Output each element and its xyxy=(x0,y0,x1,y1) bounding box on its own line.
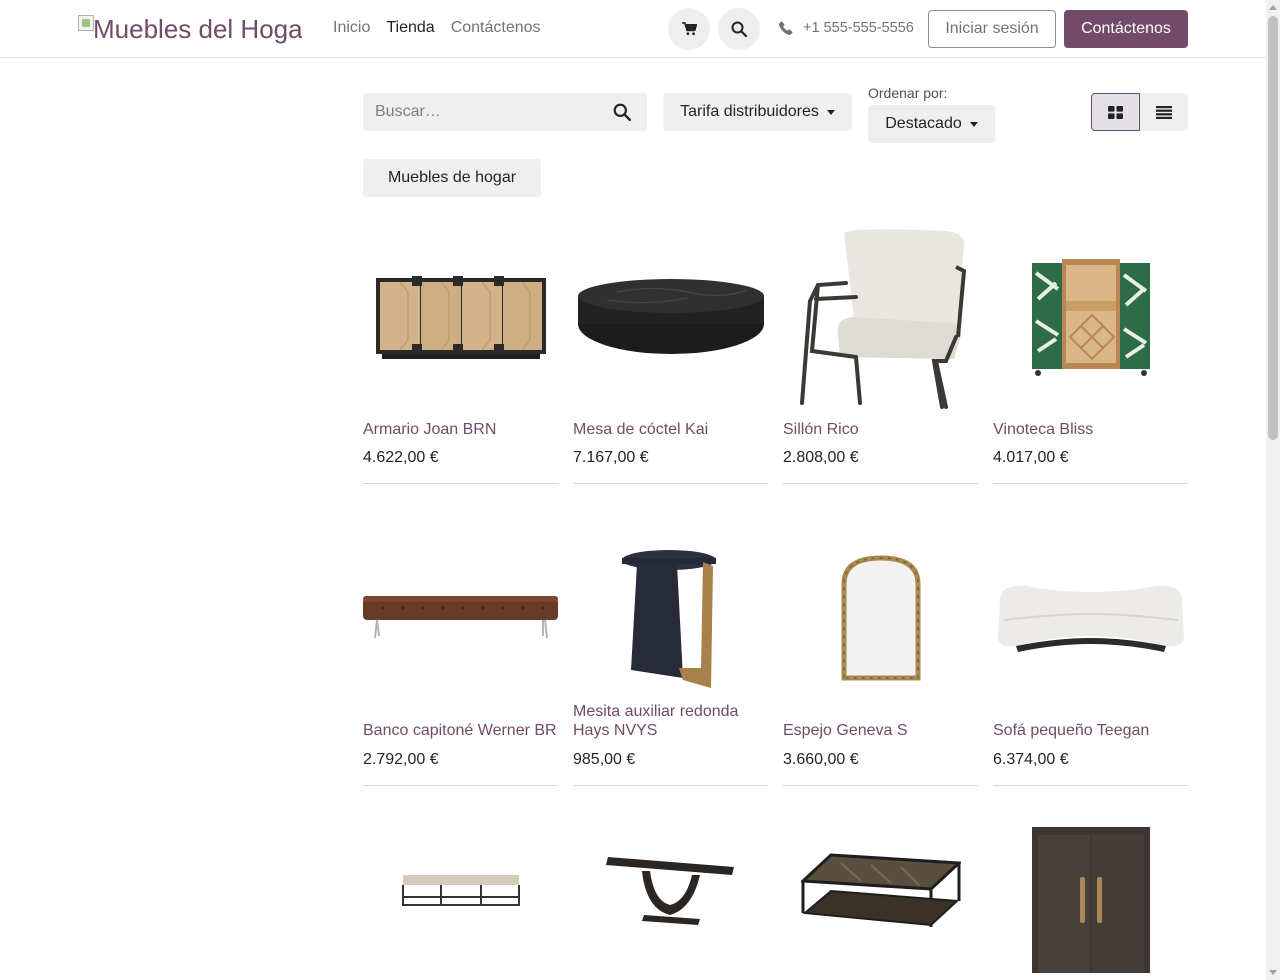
phone-icon xyxy=(779,21,793,35)
product-image-square-coffee-table[interactable] xyxy=(783,806,978,980)
product-card[interactable]: Sillón Rico 2.808,00 € xyxy=(783,223,978,485)
product-image-tufted-bench[interactable] xyxy=(363,523,558,713)
product-price: 4.017,00 € xyxy=(993,449,1069,466)
product-name[interactable]: Vinoteca Bliss xyxy=(993,420,1193,439)
main-nav: Inicio Tienda Contáctenos xyxy=(333,19,541,37)
search-input[interactable]: Buscar… xyxy=(363,103,597,121)
logo-alt-text: Muebles del Hogar xyxy=(93,13,302,44)
card-divider xyxy=(783,785,978,786)
product-name[interactable]: Mesita auxiliar redonda Hays NVYS xyxy=(573,702,773,740)
product-name[interactable]: Banco capitoné Werner BR xyxy=(363,721,563,740)
product-price: 2.792,00 € xyxy=(363,751,439,768)
scroll-down-arrow-icon[interactable] xyxy=(1269,970,1277,975)
card-divider xyxy=(363,483,558,484)
product-price: 2.808,00 € xyxy=(783,449,859,466)
card-divider xyxy=(993,785,1188,786)
search-submit-button[interactable] xyxy=(597,93,647,131)
product-price: 4.622,00 € xyxy=(363,449,439,466)
product-card[interactable]: Vinoteca Bliss 4.017,00 € xyxy=(993,223,1188,485)
product-image-sideboard[interactable] xyxy=(363,223,558,413)
product-search: Buscar… xyxy=(363,93,647,131)
site-header: Muebles del Hogar Inicio Tienda Contácte… xyxy=(0,0,1266,58)
sort-dropdown[interactable]: Destacado xyxy=(868,105,995,143)
product-image-sofa[interactable] xyxy=(993,523,1188,713)
product-name[interactable]: Sofá pequeño Teegan xyxy=(993,721,1193,740)
cart-button[interactable] xyxy=(668,8,710,50)
search-icon xyxy=(613,103,631,121)
caret-down-icon xyxy=(969,121,978,127)
card-divider xyxy=(993,483,1188,484)
product-price: 6.374,00 € xyxy=(993,751,1069,768)
product-image-round-coffee-table[interactable] xyxy=(573,223,768,413)
category-filter-chip[interactable]: Muebles de hogar xyxy=(363,159,541,197)
nav-inicio[interactable]: Inicio xyxy=(333,19,370,37)
pricelist-dropdown[interactable]: Tarifa distribuidores xyxy=(663,93,852,131)
product-image-low-bench[interactable] xyxy=(363,806,558,980)
card-divider xyxy=(573,785,768,786)
header-search-button[interactable] xyxy=(718,8,760,50)
nav-contactenos[interactable]: Contáctenos xyxy=(451,19,541,37)
product-image-wine-cabinet[interactable] xyxy=(993,223,1188,413)
cart-icon xyxy=(681,22,697,36)
product-card[interactable] xyxy=(993,806,1188,980)
caret-down-icon xyxy=(826,109,835,115)
product-card[interactable] xyxy=(573,806,768,980)
login-button[interactable]: Iniciar sesión xyxy=(928,10,1056,48)
page-scrollbar[interactable] xyxy=(1266,0,1280,980)
scroll-up-arrow-icon[interactable] xyxy=(1269,5,1277,10)
product-card[interactable]: Banco capitoné Werner BR 2.792,00 € xyxy=(363,523,558,787)
product-name[interactable]: Sillón Rico xyxy=(783,420,983,439)
product-price: 7.167,00 € xyxy=(573,449,649,466)
sort-value: Destacado xyxy=(885,115,962,132)
product-image-tall-cabinet[interactable] xyxy=(993,806,1188,980)
site-logo[interactable]: Muebles del Hogar xyxy=(78,10,302,48)
scroll-thumb[interactable] xyxy=(1268,16,1278,440)
product-card[interactable]: Sofá pequeño Teegan 6.374,00 € xyxy=(993,523,1188,787)
broken-image-icon xyxy=(78,15,94,31)
product-image-mirror[interactable] xyxy=(783,523,978,713)
pricelist-label: Tarifa distribuidores xyxy=(680,103,819,120)
product-image-armchair[interactable] xyxy=(783,223,978,413)
product-price: 985,00 € xyxy=(573,751,636,768)
product-card[interactable]: Mesa de cóctel Kai 7.167,00 € xyxy=(573,223,768,485)
list-view-icon xyxy=(1156,105,1172,119)
product-price: 3.660,00 € xyxy=(783,751,859,768)
sort-label: Ordenar por: xyxy=(868,85,948,101)
phone-link[interactable]: +1 555-555-5556 xyxy=(779,20,914,36)
card-divider xyxy=(783,483,978,484)
grid-view-button[interactable] xyxy=(1091,93,1140,131)
search-icon xyxy=(731,21,747,37)
product-card[interactable] xyxy=(783,806,978,980)
product-card[interactable]: Espejo Geneva S 3.660,00 € xyxy=(783,523,978,787)
product-image-console-table[interactable] xyxy=(573,806,768,980)
contact-button[interactable]: Contáctenos xyxy=(1064,10,1188,48)
product-card[interactable]: Mesita auxiliar redonda Hays NVYS 985,00… xyxy=(573,523,768,787)
product-name[interactable]: Espejo Geneva S xyxy=(783,721,983,740)
list-view-button[interactable] xyxy=(1140,93,1188,131)
view-toggle xyxy=(1091,93,1188,131)
product-name[interactable]: Mesa de cóctel Kai xyxy=(573,420,773,439)
grid-view-icon xyxy=(1108,105,1123,119)
product-image-side-table[interactable] xyxy=(573,523,768,713)
product-card[interactable] xyxy=(363,806,558,980)
card-divider xyxy=(363,785,558,786)
product-card[interactable]: Armario Joan BRN 4.622,00 € xyxy=(363,223,558,485)
nav-tienda[interactable]: Tienda xyxy=(386,19,434,37)
card-divider xyxy=(573,483,768,484)
phone-number: +1 555-555-5556 xyxy=(803,20,914,36)
product-name[interactable]: Armario Joan BRN xyxy=(363,420,563,439)
